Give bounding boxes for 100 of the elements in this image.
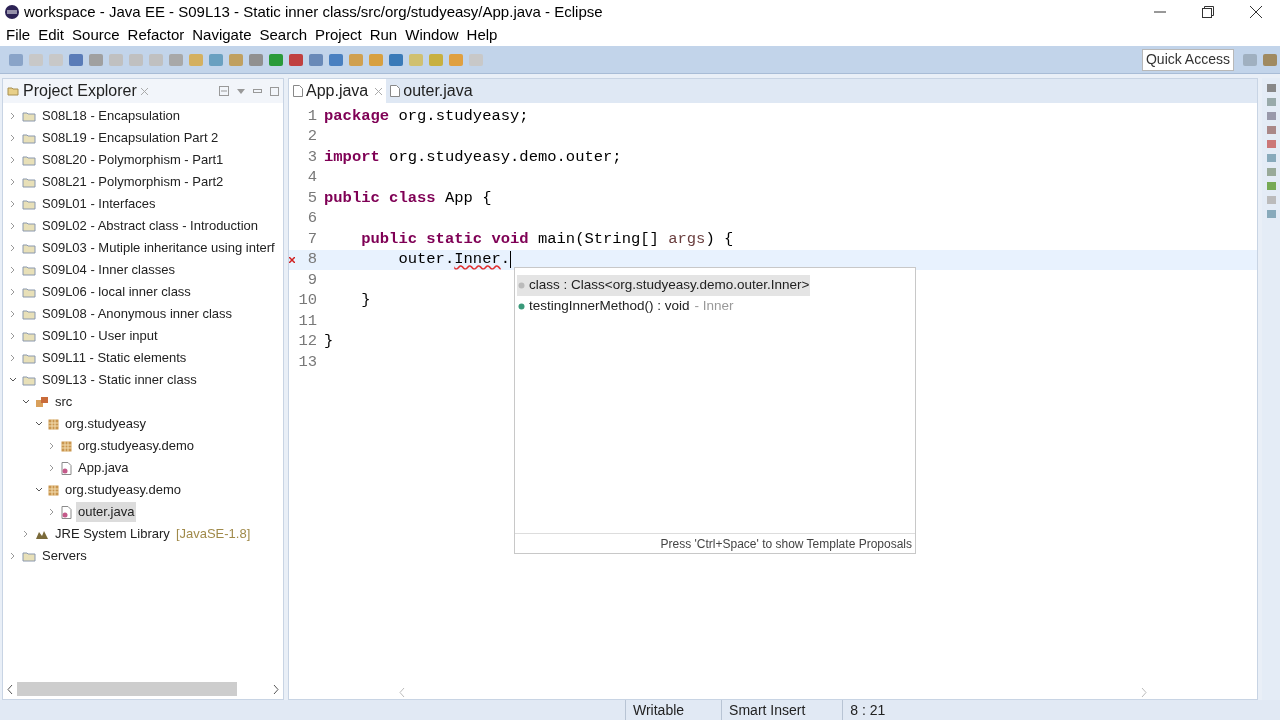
folder-icon [22,154,36,166]
toolbar-icon[interactable] [369,53,383,66]
java-file-icon [61,461,72,475]
toolbar-icon[interactable] [1243,53,1257,66]
editor-tab[interactable]: App.java [289,79,387,103]
tree-item[interactable]: org.studyeasy.demo [76,436,197,456]
java-file-icon [61,505,72,519]
menu-item[interactable]: File [2,23,35,47]
package-folder-icon [35,396,49,408]
line-number: 10 [297,290,317,312]
toolbar-icon[interactable] [69,53,83,66]
toolbar-icon[interactable] [309,53,323,66]
package-icon [48,418,59,430]
tree-item-decoration: [JavaSE-1.8] [175,525,251,544]
menu-item[interactable]: Project [311,23,366,47]
toolbar-icon[interactable] [209,53,223,66]
line-number: 7 [306,228,317,250]
folder-icon [22,374,36,386]
toolbar-icon[interactable] [169,53,183,66]
editor-tab[interactable]: outer.java [386,79,477,103]
tree-item[interactable]: S08L20 - Polymorphism - Part1 [40,150,226,170]
folder-icon [22,176,36,188]
code-line: package org.studyeasy; [324,105,529,127]
menu-item[interactable]: Run [365,23,402,47]
quick-access-field[interactable]: Quick Access [1141,48,1234,71]
scroll-right-icon[interactable] [273,684,279,694]
completion-proposal[interactable]: testingInnerMethod() : void - Inner [517,296,735,317]
menu-item[interactable]: Navigate [188,23,256,47]
status-field: 8 : 21 [842,699,893,720]
code-line: } [360,290,371,312]
folder-icon [22,132,36,144]
tree-item[interactable]: org.studyeasy [63,414,148,434]
toolbar-icon[interactable] [249,53,263,66]
tree-item[interactable]: S08L18 - Encapsulation [40,106,183,126]
code-line: public static void main(String[] args) { [360,228,734,250]
line-number: 4 [306,167,317,189]
tree-item[interactable]: S09L04 - Inner classes [40,260,177,280]
scroll-left-icon[interactable] [7,684,13,694]
menu-item[interactable]: Edit [34,23,69,47]
toolbar-icon[interactable] [329,53,343,66]
menu-item[interactable]: Help [462,23,502,47]
window-title: workspace - Java EE - S09L13 - Static inner class/src/org/studyeasy/App.java - Eclipse [24,1,604,22]
line-number: 1 [306,105,317,127]
tree-item[interactable]: Servers [40,546,89,566]
line-number: 5 [306,187,317,209]
tree-item[interactable]: S09L01 - Interfaces [40,194,158,214]
toolbar-icon[interactable] [389,53,403,66]
status-field: Smart Insert [721,699,813,720]
toolbar-icon[interactable] [289,53,303,66]
tree-item[interactable]: S08L21 - Polymorphism - Part2 [40,172,226,192]
tree-item[interactable]: S09L10 - User input [40,326,160,346]
tree-item[interactable]: App.java [76,458,131,478]
tree-item[interactable]: S09L06 - local inner class [40,282,193,302]
toolbar-icon[interactable] [269,53,283,66]
line-number: 3 [306,146,317,168]
tree-item[interactable]: outer.java [76,502,137,522]
menu-item[interactable]: Source [68,23,124,47]
tree-item[interactable]: S09L02 - Abstract class - Introduction [40,216,261,236]
line-number: 13 [297,351,317,373]
folder-icon [22,242,36,254]
menu-item[interactable]: Window [401,23,463,47]
toolbar-icon[interactable] [9,53,23,66]
menu-item[interactable]: Search [255,23,311,47]
horizontal-scrollbar[interactable] [17,682,237,696]
toolbar-icon[interactable] [349,53,363,66]
close-icon[interactable] [1250,6,1262,18]
status-field: Writable [625,699,692,720]
tree-item[interactable]: S09L13 - Static inner class [40,370,199,390]
tree-item[interactable]: S09L11 - Static elements [40,348,189,368]
collapse-all-icon[interactable] [219,86,229,96]
folder-icon [22,110,36,122]
tree-item[interactable]: S08L19 - Encapsulation Part 2 [40,128,221,148]
tree-item[interactable]: S09L03 - Mutiple inheritance using interf [40,238,277,258]
view-menu-icon[interactable] [237,88,245,94]
folder-icon [22,352,36,364]
folder-icon [22,286,36,298]
folder-icon [22,550,36,562]
toolbar-icon[interactable] [1263,53,1277,66]
completion-proposal[interactable]: class : Class<org.studyeasy.demo.outer.Inner> [517,275,811,296]
tree-item[interactable]: src [53,392,75,412]
menu-item[interactable]: Refactor [123,23,189,47]
minimize-icon[interactable] [253,89,262,93]
maximize-icon[interactable] [270,86,279,96]
tree-item[interactable]: S09L08 - Anonymous inner class [40,304,235,324]
toolbar-icon[interactable] [229,53,243,66]
toolbar-icon[interactable] [449,53,463,66]
folder-icon [22,264,36,276]
toolbar-icon[interactable] [429,53,443,66]
folder-icon [22,198,36,210]
tree-item[interactable]: org.studyeasy.demo [63,480,184,500]
restore-icon[interactable] [1202,6,1214,18]
toolbar-icon[interactable] [89,53,103,66]
folder-icon [22,308,36,320]
line-number: 2 [306,126,317,148]
field-icon [518,282,525,289]
eclipse-logo-icon [4,4,20,20]
tree-item[interactable]: JRE System Library [53,524,172,544]
line-number: 6 [306,208,317,230]
line-number: 11 [297,310,317,332]
folder-icon [22,330,36,342]
